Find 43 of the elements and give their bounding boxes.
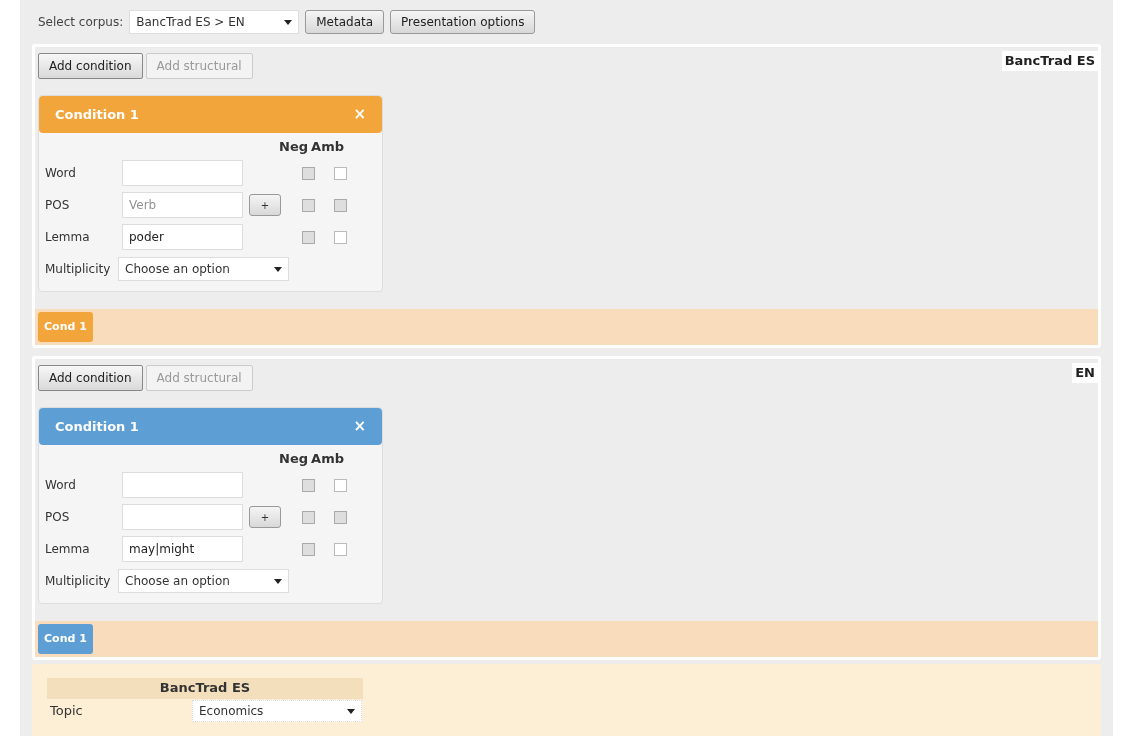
field-label: Word [45,477,77,494]
field-label: Lemma [45,229,91,246]
column-heading: Amb [311,138,344,156]
condition-title: Condition 1 [55,105,139,124]
field-label: Lemma [45,541,91,558]
checkbox[interactable] [334,230,347,244]
caret-icon [284,19,293,25]
metadata-heading: BancTrad ES [47,678,363,699]
plus-button[interactable]: + [249,194,281,216]
text-field[interactable]: poder [122,224,243,250]
field-label: POS [45,197,71,214]
column-heading: Neg [279,138,309,156]
field-label: Word [45,165,77,182]
language-label: EN [1072,363,1098,383]
query-button[interactable]: Add condition [38,365,143,391]
condition-title: Condition 1 [55,417,139,436]
text-field[interactable] [122,160,243,186]
dropdown[interactable]: BancTrad ES > EN [129,10,300,34]
caret-icon [347,708,355,714]
caret-icon [274,266,282,272]
text-field[interactable]: Verb [122,192,243,218]
language-label: BancTrad ES [1001,51,1098,71]
toolbar-button[interactable]: Metadata [305,10,385,34]
text-field[interactable] [122,472,243,498]
query-button[interactable]: Add condition [38,53,143,79]
checkbox[interactable] [334,166,347,180]
text-field[interactable]: may|might [122,536,243,562]
dropdown[interactable]: Choose an option [118,569,289,593]
column-heading: Amb [311,450,344,468]
caret-icon [274,578,282,584]
text-field[interactable] [122,504,243,530]
field-label: POS [45,509,71,526]
checkbox[interactable] [334,542,347,556]
metadata-label: Topic [49,702,84,721]
dropdown[interactable]: Choose an option [118,257,289,281]
dropdown[interactable]: Economics [192,700,362,722]
field-label: Multiplicity [45,573,112,590]
column-heading: Neg [279,450,309,468]
toolbar-button[interactable]: Presentation options [390,10,536,34]
corpus-label: Select corpus: [38,14,124,31]
checkbox[interactable] [334,478,347,492]
field-label: Multiplicity [45,261,112,278]
plus-button[interactable]: + [249,506,281,528]
